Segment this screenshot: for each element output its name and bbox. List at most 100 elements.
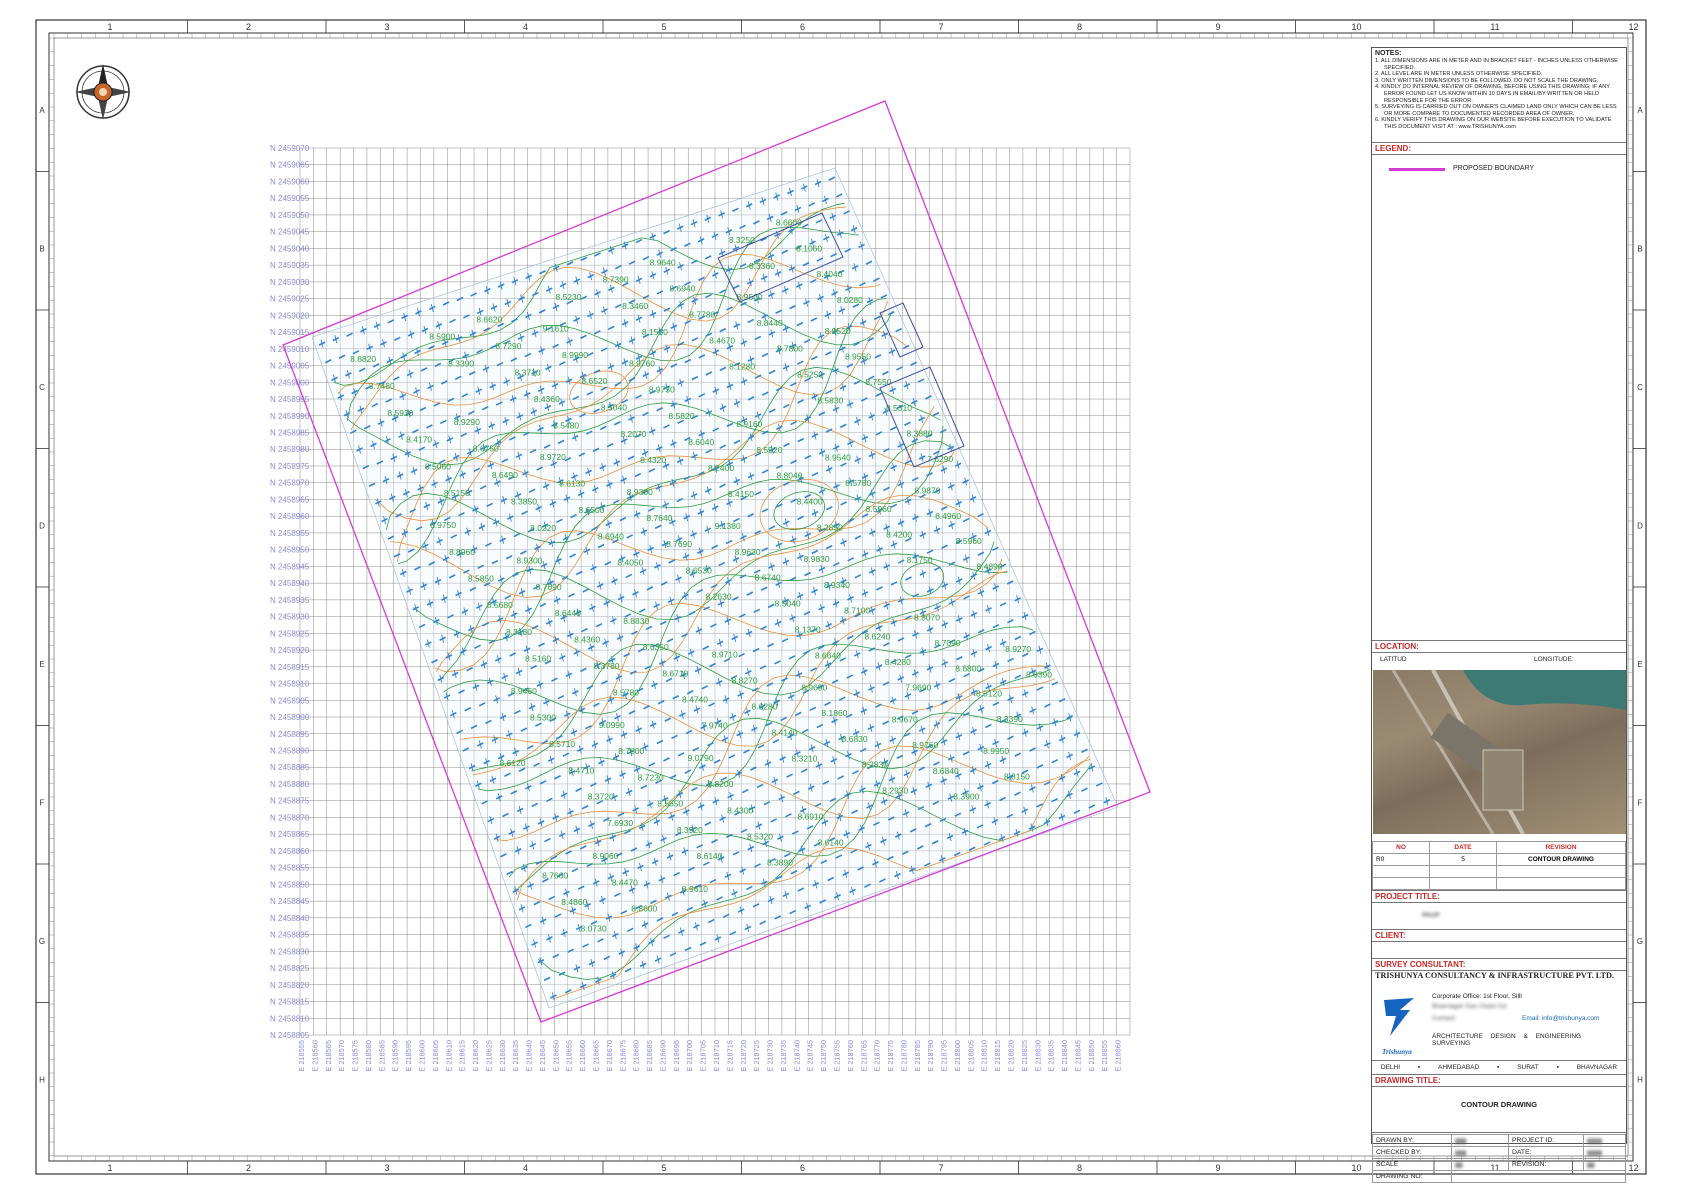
level-label: 8.4470 (612, 877, 638, 887)
level-label: 8.7800 (777, 344, 803, 354)
level-label: 8.8960 (449, 547, 475, 557)
northing-label: N 2458940 (270, 579, 310, 588)
level-label: 8.3390 (448, 358, 474, 368)
company-name: TRISHUNYA CONSULTANCY & INFRASTRUCTURE P… (1375, 971, 1614, 980)
northing-label: N 2458850 (270, 880, 310, 889)
column-number: 12 (1628, 22, 1638, 32)
northing-label: N 2458885 (270, 763, 310, 772)
northing-label: N 2458900 (270, 713, 310, 722)
northing-label: N 2459065 (270, 161, 310, 170)
service-item: SURVEYING (1432, 1040, 1471, 1047)
easting-label: E 218805 (966, 1040, 975, 1072)
level-label: 8.4050 (617, 558, 643, 568)
level-label: 8.9610 (682, 884, 708, 894)
level-label: 8.6710 (662, 668, 688, 678)
northing-label: N 2458820 (270, 981, 310, 990)
rev-no: R0 (1372, 853, 1430, 866)
level-label: 8.4140 (771, 727, 797, 737)
level-label: 8.9760 (912, 740, 938, 750)
level-label: 7.9740 (702, 721, 728, 731)
level-label: 8.6350 (643, 642, 669, 652)
column-number: 12 (1628, 1163, 1638, 1173)
level-label: 8.0220 (530, 523, 556, 533)
level-label: 8.8200 (707, 779, 733, 789)
level-label: 8.9750 (430, 520, 456, 530)
level-label: 8.1370 (795, 624, 821, 634)
note-item: 6. KINDLY VERIFY THIS DRAWING ON OUR WEB… (1375, 117, 1612, 130)
level-label: 8.6800 (955, 663, 981, 673)
row-letter: F (40, 799, 45, 808)
easting-label: E 218555 (297, 1040, 306, 1072)
level-label: 8.6640 (815, 650, 841, 660)
level-label: 8.7800 (618, 746, 644, 756)
level-label: 8.9870 (914, 485, 940, 495)
row-letter: B (39, 245, 44, 254)
row-letter: E (1637, 660, 1642, 669)
level-label: 8.5960 (956, 536, 982, 546)
easting-label: E 218740 (792, 1040, 801, 1072)
level-label: 8.5150 (444, 488, 470, 498)
level-label: 8.9300 (627, 487, 653, 497)
note-item: 3. ONLY WRITTEN DIMENSIONS TO BE FOLLOWE… (1375, 77, 1599, 84)
level-label: 8.5960 (866, 504, 892, 514)
project-id-label: PROJECT ID: (1508, 1134, 1584, 1147)
level-label: 8.6620 (476, 314, 502, 324)
longitude-label: LONGITUDE: (1534, 656, 1574, 663)
northing-label: N 2458965 (270, 495, 310, 504)
column-number: 2 (246, 1163, 251, 1173)
northing-label: N 2458810 (270, 1014, 310, 1023)
email-link[interactable]: Email: info@trishunya.com (1522, 1015, 1599, 1022)
level-label: 8.9830 (804, 554, 830, 564)
row-letter: G (1637, 937, 1643, 946)
level-label: 8.5850 (468, 574, 494, 584)
easting-label: E 218790 (926, 1040, 935, 1072)
level-label: 8.3710 (515, 367, 541, 377)
northing-label: N 2459040 (270, 244, 310, 253)
easting-label: E 218560 (310, 1040, 319, 1072)
northing-label: N 2459025 (270, 295, 310, 304)
easting-label: E 218780 (899, 1040, 908, 1072)
column-number: 2 (246, 22, 251, 32)
level-label: 8.5710 (549, 739, 575, 749)
survey-consultant-label: SURVEY CONSULTANT: (1375, 960, 1466, 969)
northing-label: N 2458945 (270, 562, 310, 571)
level-label: 8.7690 (666, 539, 692, 549)
northing-label: N 2458840 (270, 914, 310, 923)
corporate-office: Corporate Office: 1st Floor, Silll (1432, 993, 1522, 1000)
easting-label: E 218685 (645, 1040, 654, 1072)
rev-header-revision: REVISION (1496, 841, 1626, 854)
note-item: 1. ALL DIMENSIONS ARE IN METER AND IN BR… (1375, 58, 1618, 71)
rev-header-date: DATE (1429, 841, 1497, 854)
northing-label: N 2458855 (270, 864, 310, 873)
row-letter: H (39, 1076, 45, 1085)
level-label: 8.3900 (953, 791, 979, 801)
city-item: DELHI (1380, 1064, 1401, 1071)
easting-label: E 218585 (377, 1040, 386, 1072)
level-label: 8.9550 (845, 352, 871, 362)
level-label: 8.8390 (1026, 669, 1052, 679)
revision-label: REVISION: (1508, 1158, 1584, 1171)
level-label: 8.9300 (516, 555, 542, 565)
level-label: 8.9720 (540, 452, 566, 462)
northing-label: N 2459035 (270, 261, 310, 270)
level-label: 8.2850 (817, 522, 843, 532)
level-label: 8.3780 (594, 661, 620, 671)
column-number: 10 (1351, 1163, 1361, 1173)
level-label: 8.3720 (588, 792, 614, 802)
level-label: 8.4300 (727, 805, 753, 815)
level-label: 8.6500 (578, 505, 604, 515)
level-label: 8.6910 (797, 812, 823, 822)
drawing-title-value: CONTOUR DRAWING (1460, 1100, 1538, 1109)
level-label: 8.9710 (712, 650, 738, 660)
northing-label: N 2458865 (270, 830, 310, 839)
level-label: 8.5650 (657, 799, 683, 809)
row-letter: F (1638, 799, 1643, 808)
northing-label: N 2458860 (270, 847, 310, 856)
divider (1372, 640, 1626, 641)
level-label: 8.9670 (892, 715, 918, 725)
column-number: 9 (1215, 1163, 1220, 1173)
level-label: 8.5300 (530, 712, 556, 722)
level-label: 8.2830 (862, 760, 888, 770)
level-label: 8.7230 (638, 772, 664, 782)
level-label: 8.7100 (844, 606, 870, 616)
